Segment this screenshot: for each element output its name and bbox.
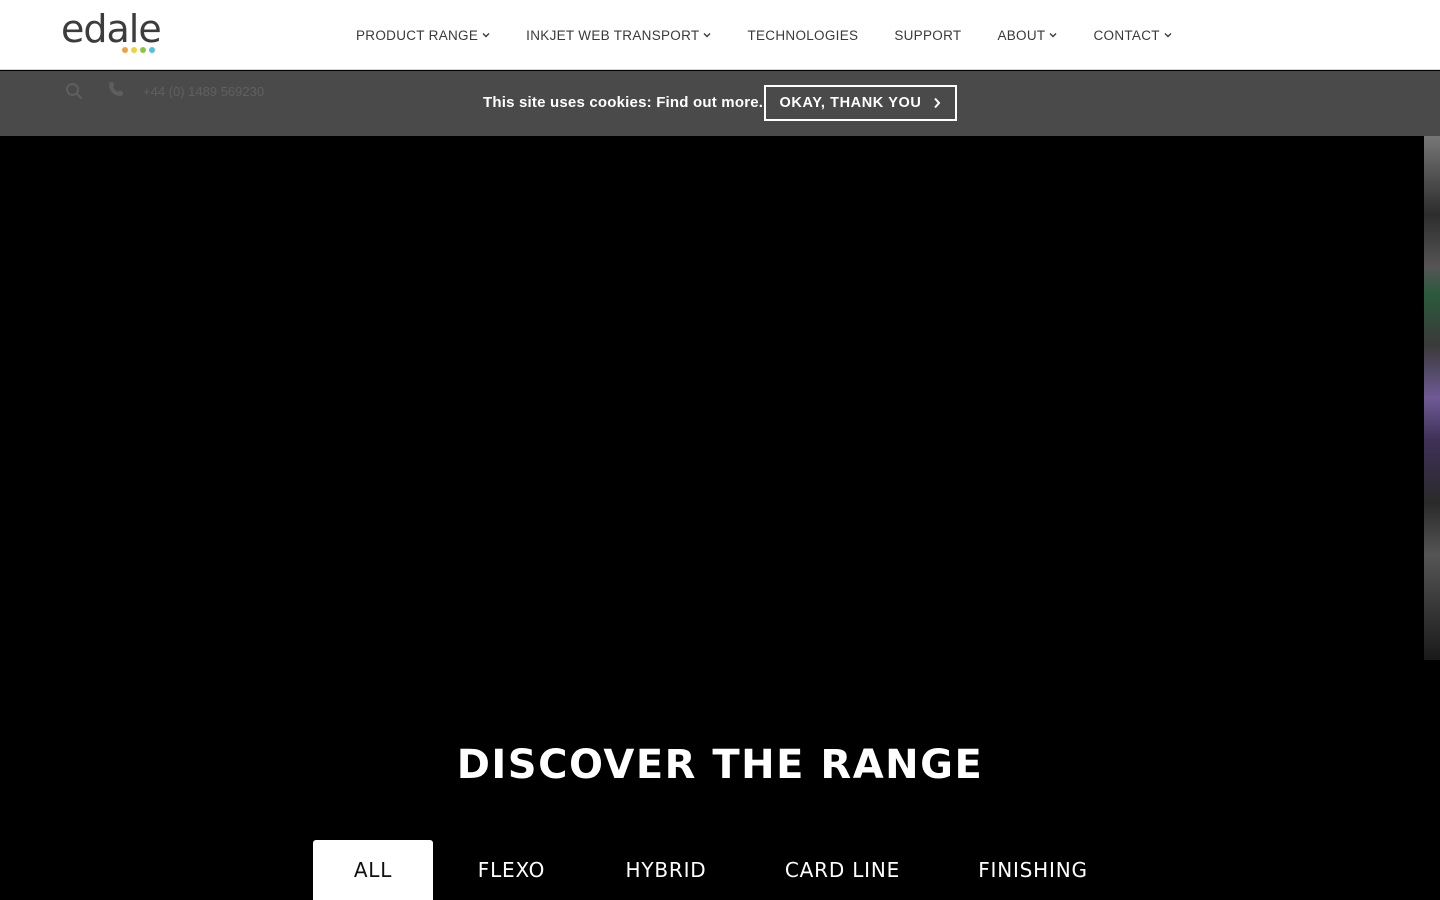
tab-all[interactable]: ALL [313, 840, 433, 900]
logo-dot-yellow [131, 47, 137, 53]
range-filter-tabs: ALL FLEXO HYBRID CARD LINE FINISHING [313, 840, 1123, 900]
main-nav: PRODUCT RANGE INKJET WEB TRANSPORT TECHN… [356, 0, 1172, 70]
section-heading: DISCOVER THE RANGE [456, 742, 984, 788]
logo-dots [122, 47, 155, 53]
tab-finishing[interactable]: FINISHING [943, 840, 1123, 900]
tab-card-line[interactable]: CARD LINE [742, 840, 943, 900]
nav-support[interactable]: SUPPORT [894, 28, 961, 43]
nav-label: PRODUCT RANGE [356, 27, 479, 43]
nav-label: TECHNOLOGIES [747, 27, 859, 43]
nav-about[interactable]: ABOUT [997, 28, 1057, 43]
tab-hybrid[interactable]: HYBRID [590, 840, 742, 900]
nav-product-range[interactable]: PRODUCT RANGE [356, 28, 490, 43]
nav-label: INKJET WEB TRANSPORT [526, 27, 700, 43]
tab-label: HYBRID [625, 858, 707, 882]
logo-dot-green [140, 47, 146, 53]
tab-flexo[interactable]: FLEXO [433, 840, 590, 900]
nav-contact[interactable]: CONTACT [1093, 27, 1172, 43]
cookie-message[interactable]: This site uses cookies: Find out more. [483, 94, 763, 111]
tab-label: CARD LINE [784, 858, 901, 882]
nav-inkjet-web-transport[interactable]: INKJET WEB TRANSPORT [526, 28, 711, 43]
cookie-accept-label: OKAY, THANK YOU [779, 95, 922, 111]
cookie-accept-button[interactable]: OKAY, THANK YOU [764, 85, 957, 121]
chevron-down-icon [482, 33, 490, 38]
logo-wordmark: edale [61, 7, 162, 51]
logo-dot-blue [149, 47, 155, 53]
logo-dot-orange [122, 47, 128, 53]
phone-number[interactable]: +44 (0) 1489 569230 [143, 84, 264, 99]
chevron-down-icon [1049, 33, 1057, 38]
site-header: edale PRODUCT RANGE INKJET WEB TRANSPORT… [0, 0, 1440, 70]
nav-label: SUPPORT [894, 27, 962, 43]
cookie-bar: +44 (0) 1489 569230 This site uses cooki… [0, 71, 1440, 136]
tab-label: FLEXO [477, 858, 546, 882]
carousel-next-slide-peek [1424, 136, 1440, 660]
tab-label: FINISHING [978, 858, 1088, 882]
nav-label: ABOUT [997, 27, 1046, 43]
chevron-down-icon [1164, 33, 1172, 38]
tab-label: ALL [353, 858, 393, 882]
edale-logo[interactable]: edale [61, 7, 171, 60]
nav-technologies[interactable]: TECHNOLOGIES [747, 28, 858, 43]
search-icon[interactable] [65, 82, 83, 100]
phone-icon [109, 82, 123, 96]
nav-label: CONTACT [1093, 27, 1160, 43]
chevron-right-icon [934, 97, 941, 109]
chevron-down-icon [703, 33, 711, 38]
